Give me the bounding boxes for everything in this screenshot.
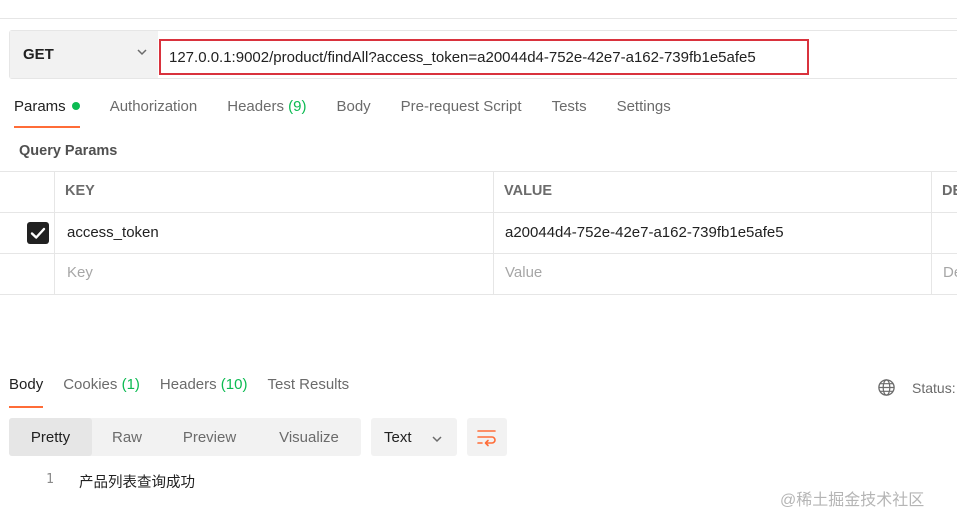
table-divider	[0, 253, 957, 254]
response-tab-test-results[interactable]: Test Results	[267, 376, 349, 408]
param-enabled-checkbox[interactable]	[27, 222, 49, 244]
tab-label: Headers	[159, 376, 217, 393]
tab-label: Pre-request Script	[400, 98, 522, 115]
request-tabs: Params Authorization Headers (9) Body Pr…	[14, 98, 701, 128]
line-number: 1	[46, 472, 54, 487]
tab-label: Test Results	[267, 376, 350, 393]
format-select[interactable]: Text	[371, 418, 457, 456]
response-status: Status:	[877, 378, 956, 397]
tab-label: Headers	[227, 98, 284, 115]
response-body-text: 产品列表查询成功	[79, 475, 195, 491]
param-value-field[interactable]: a20044d4-752e-42e7-a162-739fb1e5afe5	[505, 224, 784, 241]
tab-label: Settings	[616, 98, 671, 115]
url-input[interactable]: 127.0.0.1:9002/product/findAll?access_to…	[159, 39, 809, 75]
tab-label: Params	[14, 98, 66, 115]
response-tab-cookies[interactable]: Cookies (1)	[63, 376, 140, 408]
tab-count: (1)	[121, 376, 140, 393]
wrap-lines-icon	[477, 430, 496, 447]
query-params-table: KEY VALUE DE access_token a20044d4-752e-…	[0, 171, 957, 295]
tab-pre-request-script[interactable]: Pre-request Script	[401, 98, 522, 128]
view-mode-selector: Pretty Raw Preview Visualize	[9, 418, 361, 456]
table-divider	[0, 171, 957, 172]
tab-count: (9)	[288, 98, 307, 115]
new-description-input[interactable]: De	[943, 264, 957, 281]
tab-settings[interactable]: Settings	[617, 98, 671, 128]
tab-body[interactable]: Body	[336, 98, 370, 128]
tab-count: (10)	[220, 376, 248, 393]
query-params-title: Query Params	[19, 143, 118, 159]
params-active-dot	[71, 102, 80, 110]
request-url-bar: GET 127.0.0.1:9002/product/findAll?acces…	[9, 30, 957, 79]
column-header-description: DE	[942, 183, 957, 199]
top-divider	[0, 18, 957, 19]
chevron-down-icon	[137, 49, 147, 56]
response-tabs: Body Cookies (1) Headers (10) Test Resul…	[9, 376, 369, 408]
table-divider	[0, 212, 957, 213]
tab-label: Cookies	[63, 376, 118, 393]
tab-params[interactable]: Params	[14, 98, 80, 128]
column-header-key: KEY	[65, 183, 95, 199]
status-label: Status:	[912, 379, 956, 396]
chevron-down-icon	[432, 436, 442, 443]
check-icon	[30, 227, 46, 239]
column-divider	[493, 171, 494, 295]
tab-label: Body	[336, 98, 371, 115]
url-text: 127.0.0.1:9002/product/findAll?access_to…	[169, 48, 756, 66]
tab-authorization[interactable]: Authorization	[110, 98, 198, 128]
table-divider	[0, 294, 957, 295]
response-tab-body[interactable]: Body	[9, 376, 44, 408]
column-divider	[931, 171, 932, 295]
wrap-lines-button[interactable]	[467, 418, 507, 456]
tab-label: Authorization	[109, 98, 198, 115]
column-divider	[54, 171, 55, 295]
column-header-value: VALUE	[504, 183, 553, 199]
method-label: GET	[23, 46, 54, 63]
view-mode-preview[interactable]: Preview	[162, 418, 257, 456]
response-tab-headers[interactable]: Headers (10)	[160, 376, 248, 408]
tab-tests[interactable]: Tests	[552, 98, 587, 128]
new-key-input[interactable]: Key	[67, 264, 93, 281]
method-select[interactable]: GET	[10, 31, 158, 78]
globe-icon[interactable]	[877, 378, 896, 397]
watermark: @稀土掘金技术社区	[780, 492, 925, 509]
view-mode-visualize[interactable]: Visualize	[257, 418, 361, 456]
tab-headers[interactable]: Headers (9)	[227, 98, 306, 128]
new-value-input[interactable]: Value	[505, 264, 542, 281]
view-mode-raw[interactable]: Raw	[92, 418, 162, 456]
param-key-field[interactable]: access_token	[67, 224, 159, 241]
view-mode-pretty[interactable]: Pretty	[9, 418, 92, 456]
tab-label: Tests	[551, 98, 587, 115]
tab-label: Body	[9, 376, 44, 393]
format-label: Text	[384, 428, 412, 446]
